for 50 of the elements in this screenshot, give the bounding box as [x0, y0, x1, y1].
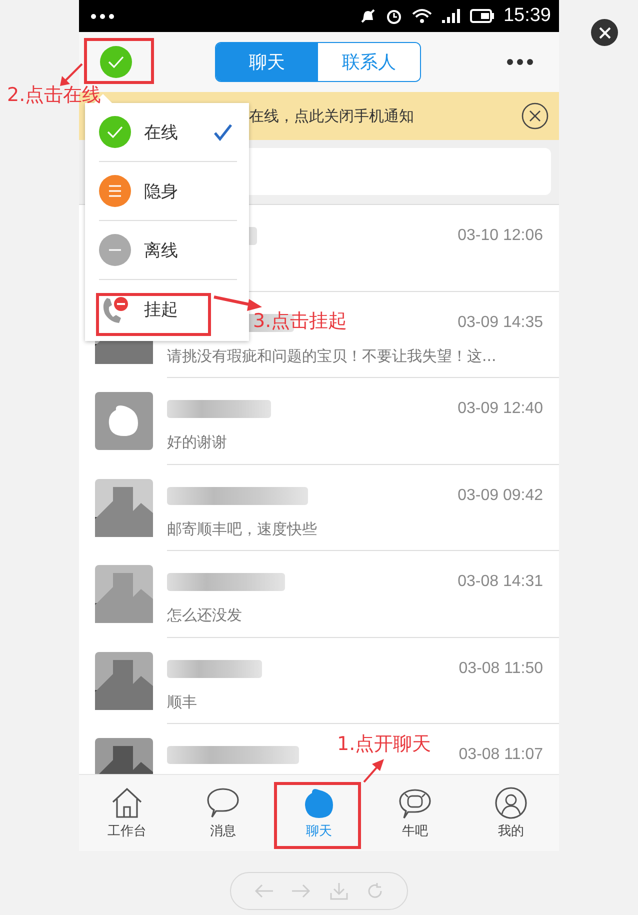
more-icon [91, 14, 114, 18]
message-time: 03-09 09:42 [458, 486, 543, 504]
chat-drop-icon [302, 786, 336, 818]
message-time: 03-09 14:35 [458, 314, 543, 332]
message-preview: 怎么还没发 [167, 606, 243, 625]
message-preview: 顺丰 [167, 692, 198, 712]
annotation-text: 1.点开聊天 [337, 732, 432, 757]
message-preview: 请挑没有瑕疵和问题的宝贝！不要让我失望！这... [167, 346, 498, 366]
nav-tab[interactable]: 工作台 [79, 775, 175, 851]
arrow [363, 759, 384, 783]
download-icon[interactable] [328, 882, 349, 900]
close-icon [598, 26, 610, 38]
message-time: 03-08 14:31 [458, 573, 543, 591]
annotation-text: 3.点击挂起 [253, 309, 348, 334]
user-icon [494, 786, 528, 818]
nav-tab[interactable]: 我的 [463, 775, 559, 851]
signal-icon [441, 8, 462, 24]
clock-time: 15:39 [503, 5, 551, 27]
message-time: 03-09 12:40 [458, 400, 543, 418]
notice-text: 在线，点此关闭手机通知 [249, 106, 414, 126]
menu-circle-icon [99, 175, 131, 207]
refresh-icon[interactable] [366, 882, 384, 900]
message-time: 03-08 11:50 [458, 660, 543, 678]
arrow [214, 296, 262, 311]
online-status-icon[interactable] [100, 46, 132, 78]
close-button[interactable] [591, 19, 618, 46]
close-icon[interactable] [521, 102, 549, 130]
back-icon[interactable] [254, 883, 274, 899]
chat-drop-icon [95, 392, 153, 450]
arrow [60, 63, 83, 86]
menu-item[interactable]: 在线 [99, 103, 237, 162]
nav-tab[interactable]: 牛吧 [367, 775, 463, 851]
message-preview: 邮寄顺丰吧，速度快些 [167, 520, 318, 538]
message-time: 03-08 11:07 [458, 746, 543, 764]
alarm-icon [385, 7, 404, 25]
home-icon [110, 786, 144, 818]
nav-tab[interactable]: 消息 [175, 775, 271, 851]
forward-icon[interactable] [291, 883, 312, 899]
highlight-box [84, 38, 154, 84]
minus-circle-icon [99, 234, 131, 266]
speech-bubble-icon [206, 786, 240, 818]
battery-icon [470, 9, 494, 23]
message-time: 03-10 12:06 [458, 227, 543, 245]
message-preview: 好的谢谢 [167, 433, 228, 452]
mute-icon [360, 8, 376, 24]
horned-bubble-icon [398, 786, 432, 818]
wifi-icon [412, 8, 432, 24]
more-icon[interactable] [507, 59, 533, 65]
check-circle-icon [99, 116, 131, 148]
checkmark-icon [213, 123, 233, 141]
